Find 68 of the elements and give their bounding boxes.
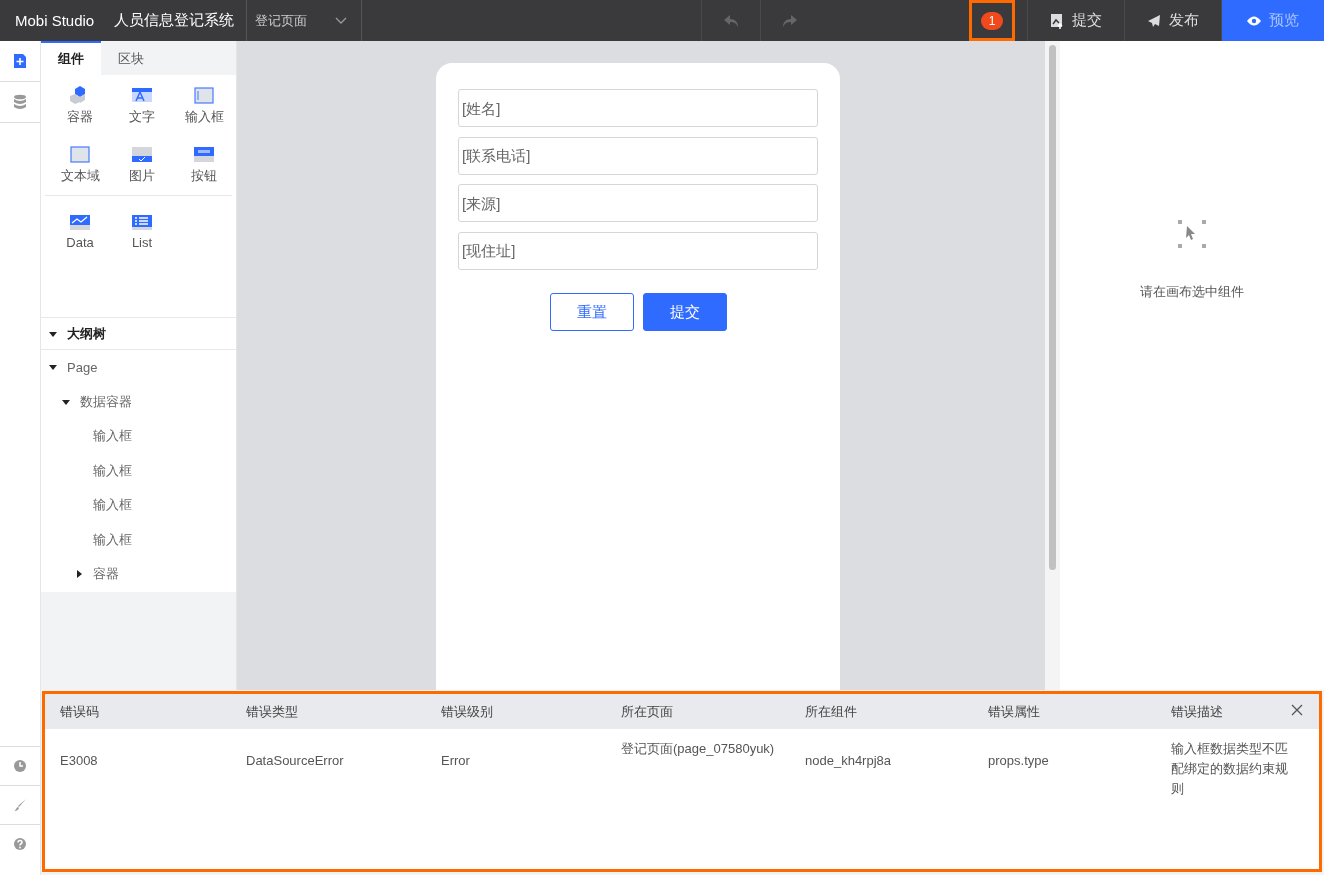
- tree-item[interactable]: 数据容器: [80, 392, 132, 411]
- component-item[interactable]: Data: [49, 212, 111, 250]
- tree-item[interactable]: 输入框: [93, 461, 132, 480]
- column-header: 错误级别: [426, 694, 606, 729]
- input-field[interactable]: [联系电话]: [458, 136, 818, 175]
- outline-title: 大纲树: [67, 324, 106, 343]
- tree-item[interactable]: 容器: [93, 565, 119, 584]
- column-header: 所在组件: [790, 694, 973, 729]
- tree-item[interactable]: 输入框: [93, 530, 132, 549]
- undo-icon[interactable]: [723, 13, 739, 28]
- image-card-icon: [131, 144, 153, 164]
- close-button[interactable]: [1291, 704, 1303, 716]
- brand-name: Mobi Studio: [14, 11, 96, 31]
- table-cell: node_kh4rpj8a: [790, 729, 973, 809]
- input-field[interactable]: [现住址]: [458, 231, 818, 270]
- database-icon[interactable]: [13, 94, 27, 110]
- component-item[interactable]: 文本域: [49, 144, 111, 185]
- input-field[interactable]: [姓名]: [458, 89, 818, 127]
- reset-button[interactable]: 重置: [549, 293, 634, 331]
- table-cell: props.type: [973, 729, 1156, 809]
- column-header: 错误属性: [973, 694, 1156, 729]
- caret-down-icon[interactable]: [62, 397, 70, 406]
- column-header: 所在页面: [606, 694, 790, 729]
- column-header: 错误类型: [231, 694, 426, 729]
- column-header: 错误描述: [1156, 694, 1319, 729]
- scrollbar-thumb[interactable]: [1049, 45, 1056, 570]
- component-item[interactable]: 文字: [111, 85, 173, 126]
- caret-down-icon[interactable]: [49, 329, 57, 338]
- eye-icon: [1247, 15, 1261, 26]
- table-cell: 输入框数据类型不匹配绑定的数据约束规则: [1156, 729, 1319, 809]
- component-item[interactable]: 按钮: [173, 144, 235, 185]
- submit-button[interactable]: 提交: [642, 293, 727, 331]
- table-cell: E3008: [45, 729, 231, 809]
- paper-plane-icon: [1147, 13, 1161, 28]
- empty-hint: 请在画布选中组件: [1140, 283, 1244, 301]
- app-name: 人员信息登记系统: [113, 10, 236, 30]
- brush-icon[interactable]: [13, 798, 27, 812]
- component-item[interactable]: 容器: [49, 85, 111, 126]
- text-block-icon: [131, 85, 153, 105]
- component-item[interactable]: 输入框: [173, 85, 235, 126]
- tree-item[interactable]: 输入框: [93, 496, 132, 515]
- close-icon: [1291, 704, 1303, 716]
- component-item[interactable]: 图片: [111, 144, 173, 185]
- table-cell: 登记页面(page_07580yuk): [606, 729, 790, 809]
- panel-tab[interactable]: 组件: [41, 41, 101, 75]
- chevron-down-icon: [335, 16, 348, 25]
- chart-card-icon: [69, 212, 91, 232]
- help-icon[interactable]: [13, 837, 27, 851]
- add-page-icon[interactable]: [13, 53, 27, 69]
- image-upload-icon: [1050, 12, 1064, 29]
- textarea-icon: [69, 144, 91, 164]
- column-header: 错误码: [45, 694, 231, 729]
- history-icon[interactable]: [13, 759, 27, 773]
- input-field[interactable]: [来源]: [458, 184, 818, 222]
- component-item[interactable]: List: [111, 212, 173, 250]
- list-card-icon: [131, 212, 153, 232]
- button-card-icon: [193, 144, 215, 164]
- selection-cursor-icon: [1177, 219, 1207, 249]
- caret-right-icon[interactable]: [75, 570, 83, 579]
- tree-item[interactable]: 输入框: [93, 427, 132, 446]
- input-box-icon: [193, 85, 215, 105]
- tree-item[interactable]: Page: [67, 359, 98, 375]
- panel-tab[interactable]: 区块: [101, 41, 161, 75]
- error-count-badge[interactable]: 1: [980, 11, 1004, 30]
- table-cell: DataSourceError: [231, 729, 426, 809]
- table-cell: Error: [426, 729, 606, 809]
- redo-icon[interactable]: [782, 13, 798, 28]
- caret-down-icon[interactable]: [49, 363, 57, 372]
